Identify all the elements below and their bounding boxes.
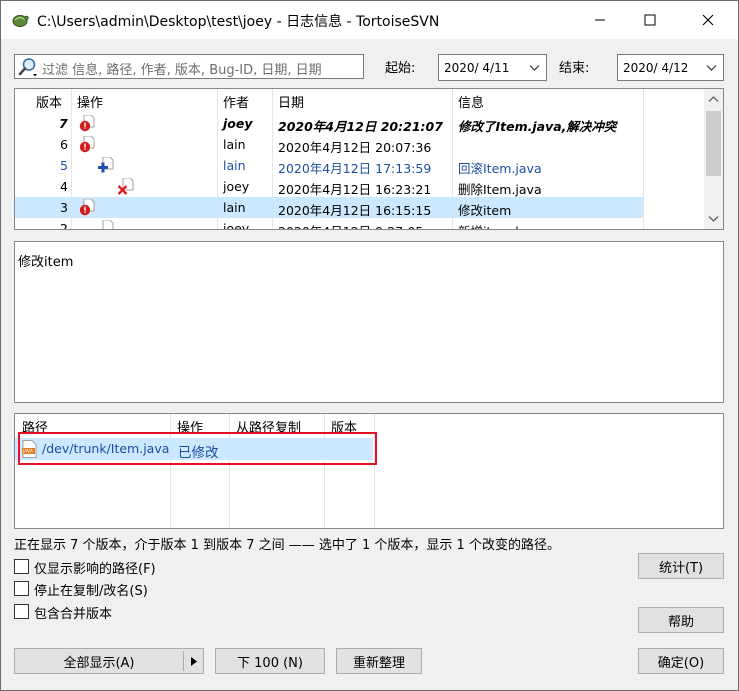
- close-button[interactable]: [685, 1, 731, 39]
- next-100-button-label: 下 100 (N): [237, 655, 303, 671]
- revision-message: 修改了Item.java,解决冲突: [458, 119, 617, 134]
- revision-row[interactable]: 4 joey 2020年4月12日 16:23:21 删除Item.java: [15, 176, 643, 197]
- stop-on-copy-checkbox[interactable]: [14, 581, 29, 596]
- help-button-label: 帮助: [667, 614, 694, 630]
- from-date-value: 2020/ 4/11: [444, 61, 510, 75]
- split-divider: [183, 651, 184, 671]
- search-icon[interactable]: [18, 57, 38, 77]
- scrollbar-thumb[interactable]: [706, 111, 721, 176]
- col-header-revision[interactable]: 版本: [36, 92, 62, 111]
- col-header-message[interactable]: 信息: [458, 92, 484, 111]
- refresh-button[interactable]: 重新整理: [336, 648, 422, 674]
- revision-date: 2020年4月12日 16:23:21: [278, 182, 432, 197]
- include-merged-checkbox[interactable]: [14, 604, 29, 619]
- dropdown-arrow-icon[interactable]: [190, 657, 198, 666]
- refresh-button-label: 重新整理: [352, 655, 405, 671]
- statistics-button[interactable]: 统计(T): [638, 553, 724, 579]
- deleted-icon: [117, 178, 134, 195]
- changed-paths-list[interactable]: 路径 操作 从路径复制 版本 JAVA /dev/trunk/Item.java…: [14, 413, 724, 529]
- revision-author: joey: [223, 221, 250, 230]
- revision-date: 2020年4月12日 20:21:07: [278, 119, 443, 134]
- filter-input[interactable]: 过滤 信息, 路径, 作者, 版本, Bug-ID, 日期, 日期: [14, 54, 364, 79]
- from-label: 起始:: [385, 61, 416, 76]
- chevron-down-icon: [706, 65, 717, 71]
- scroll-down-icon[interactable]: [708, 213, 719, 224]
- log-dialog-window: C:\Users\admin\Desktop\test\joey - 日志信息 …: [0, 0, 739, 691]
- revision-number: 7: [59, 116, 68, 131]
- minimize-button[interactable]: [577, 1, 623, 39]
- scroll-up-icon[interactable]: [708, 94, 719, 105]
- show-all-button[interactable]: 全部显示(A): [14, 648, 204, 674]
- column-divider: [643, 89, 644, 229]
- modified-icon: [79, 115, 95, 132]
- highlight-annotation-box: [18, 432, 377, 465]
- next-100-button[interactable]: 下 100 (N): [215, 648, 325, 674]
- title-bar: C:\Users\admin\Desktop\test\joey - 日志信息 …: [1, 1, 738, 39]
- revision-date: 2020年4月12日 16:15:15: [278, 203, 432, 218]
- col-header-author[interactable]: 作者: [223, 92, 249, 111]
- include-merged-label[interactable]: 包含合并版本: [34, 603, 112, 622]
- log-message-text: 修改item: [18, 255, 74, 270]
- col-header-date[interactable]: 日期: [278, 92, 304, 111]
- revision-number: 5: [60, 158, 68, 173]
- to-date-picker[interactable]: 2020/ 4/12: [617, 54, 724, 81]
- added-icon: [102, 220, 114, 229]
- revision-author: joey: [223, 116, 253, 131]
- stop-on-copy-label[interactable]: 停止在复制/改名(S): [34, 580, 148, 599]
- revision-message: 删除Item.java: [458, 182, 542, 197]
- revision-row[interactable]: 2 joey 2020年4月12日 9:27:05 新增item.bean: [15, 218, 643, 230]
- minimize-icon: [595, 19, 605, 21]
- ok-button-label: 确定(O): [657, 655, 705, 671]
- to-date-value: 2020/ 4/12: [623, 61, 689, 75]
- revision-date: 2020年4月12日 17:13:59: [278, 161, 432, 176]
- maximize-button[interactable]: [627, 1, 673, 39]
- only-affected-paths-checkbox[interactable]: [14, 559, 29, 574]
- ok-button[interactable]: 确定(O): [638, 648, 724, 674]
- filter-placeholder: 过滤 信息, 路径, 作者, 版本, Bug-ID, 日期, 日期: [42, 63, 322, 78]
- revision-row[interactable]: 5 lain 2020年4月12日 17:13:59 回滚Item.java: [15, 155, 643, 176]
- from-date-picker[interactable]: 2020/ 4/11: [438, 54, 547, 81]
- close-icon: [702, 14, 714, 26]
- show-all-button-label: 全部显示(A): [63, 655, 135, 671]
- revision-author: joey: [223, 179, 250, 194]
- modified-icon: [79, 199, 95, 216]
- revision-author: lain: [223, 200, 246, 215]
- chevron-down-icon: [529, 65, 540, 71]
- col-header-action[interactable]: 操作: [77, 92, 103, 111]
- revision-message: 新增item.bean: [458, 221, 546, 229]
- revision-number: 6: [60, 137, 68, 152]
- status-text: 正在显示 7 个版本，介于版本 1 到版本 7 之间 —— 选中了 1 个版本，…: [14, 538, 560, 553]
- revision-number: 2: [60, 221, 68, 230]
- revision-author: lain: [223, 137, 246, 152]
- log-message-box[interactable]: 修改item: [14, 241, 724, 403]
- revision-date: 2020年4月12日 9:27:05: [278, 221, 423, 229]
- statistics-button-label: 统计(T): [658, 560, 704, 576]
- help-button[interactable]: 帮助: [638, 607, 724, 633]
- tortoise-app-icon: [12, 15, 29, 27]
- revision-number: 3: [60, 200, 68, 215]
- revision-date: 2020年4月12日 20:07:36: [278, 140, 432, 155]
- revision-row[interactable]: 7 joey 2020年4月12日 20:21:07 修改了Item.java,…: [15, 113, 643, 134]
- revision-message: 修改item: [458, 203, 512, 218]
- maximize-icon: [644, 14, 656, 26]
- revision-list[interactable]: 版本 操作 作者 日期 信息 7 joey 2020年4月12日 20:21:0…: [14, 88, 724, 230]
- revision-list-scrollbar[interactable]: [704, 89, 723, 229]
- added-icon: [98, 157, 114, 173]
- to-label: 结束:: [559, 61, 590, 76]
- revision-message: 回滚Item.java: [458, 161, 542, 176]
- revision-number: 4: [60, 179, 68, 194]
- window-title: C:\Users\admin\Desktop\test\joey - 日志信息 …: [37, 14, 440, 30]
- modified-icon: [79, 136, 95, 153]
- revision-author: lain: [223, 158, 246, 173]
- only-affected-paths-label[interactable]: 仅显示影响的路径(F): [34, 558, 156, 577]
- revision-row[interactable]: 6 lain 2020年4月12日 20:07:36: [15, 134, 643, 155]
- revision-row-selected[interactable]: 3 lain 2020年4月12日 16:15:15 修改item: [15, 197, 643, 218]
